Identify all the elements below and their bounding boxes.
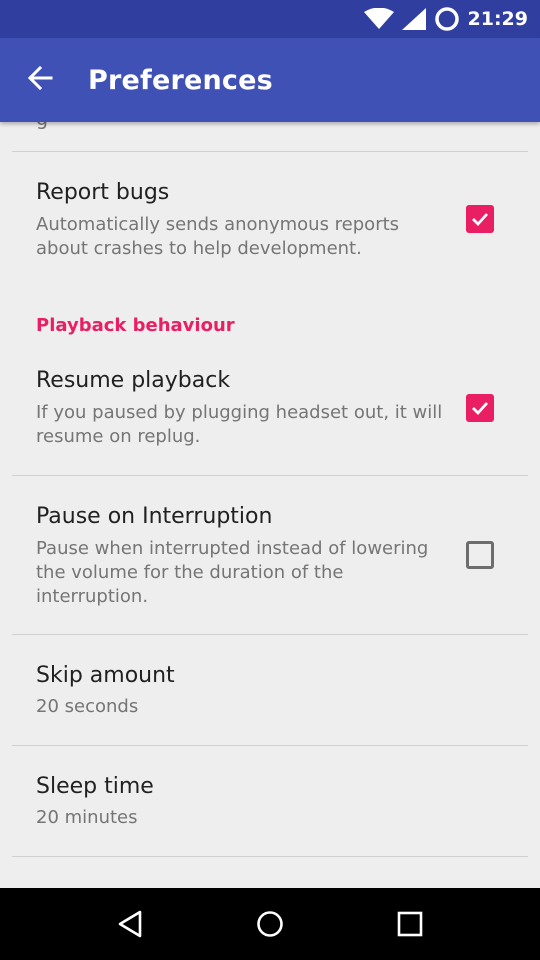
back-triangle-icon <box>118 910 142 938</box>
screen: 21:29 Preferences g Report bugs Automati… <box>0 0 540 960</box>
pref-title: Pause on Interruption <box>36 504 273 529</box>
wifi-icon <box>363 8 394 30</box>
nav-back-button[interactable] <box>85 888 175 960</box>
back-button[interactable] <box>0 38 82 122</box>
home-circle-icon <box>257 911 283 937</box>
app-bar: Preferences <box>0 38 540 122</box>
divider <box>12 856 528 857</box>
cell-signal-icon <box>401 8 426 30</box>
pref-value: 20 minutes <box>36 807 138 828</box>
pref-sleep-time[interactable]: Sleep time 20 minutes <box>0 746 540 856</box>
nav-home-button[interactable] <box>225 888 315 960</box>
check-icon <box>472 213 489 227</box>
page-title: Preferences <box>88 64 273 96</box>
pref-summary: Automatically sends anonymous reports ab… <box>36 214 400 259</box>
arrow-back-icon <box>27 65 53 95</box>
resume-playback-checkbox[interactable] <box>466 394 494 422</box>
recents-square-icon <box>397 911 423 937</box>
pref-skip-amount[interactable]: Skip amount 20 seconds <box>0 635 540 745</box>
report-bugs-checkbox[interactable] <box>466 205 494 233</box>
status-bar: 21:29 <box>0 0 540 38</box>
pref-title: Skip amount <box>36 663 175 688</box>
pref-summary: Pause when interrupted instead of loweri… <box>36 538 429 607</box>
pref-report-bugs[interactable]: Report bugs Automatically sends anonymou… <box>0 152 540 282</box>
pref-title: Report bugs <box>36 180 170 205</box>
pref-value: 20 seconds <box>36 696 139 717</box>
check-icon <box>472 402 489 416</box>
pause-on-interruption-checkbox[interactable] <box>466 541 494 569</box>
pref-summary: If you paused by plugging headset out, i… <box>36 402 443 447</box>
preferences-list[interactable]: g Report bugs Automatically sends anonym… <box>0 122 540 888</box>
nav-recents-button[interactable] <box>365 888 455 960</box>
pref-title: Resume playback <box>36 368 231 393</box>
pref-title: Sleep time <box>36 774 154 799</box>
clock: 21:29 <box>467 8 528 30</box>
category-header-playback: Playback behaviour <box>36 315 235 336</box>
pref-pause-on-interruption[interactable]: Pause on Interruption Pause when interru… <box>0 476 540 634</box>
sync-circle-icon <box>434 6 460 32</box>
navigation-bar <box>0 888 540 960</box>
pref-resume-playback[interactable]: Resume playback If you paused by pluggin… <box>0 347 540 475</box>
truncated-preference-text: g <box>36 122 48 130</box>
